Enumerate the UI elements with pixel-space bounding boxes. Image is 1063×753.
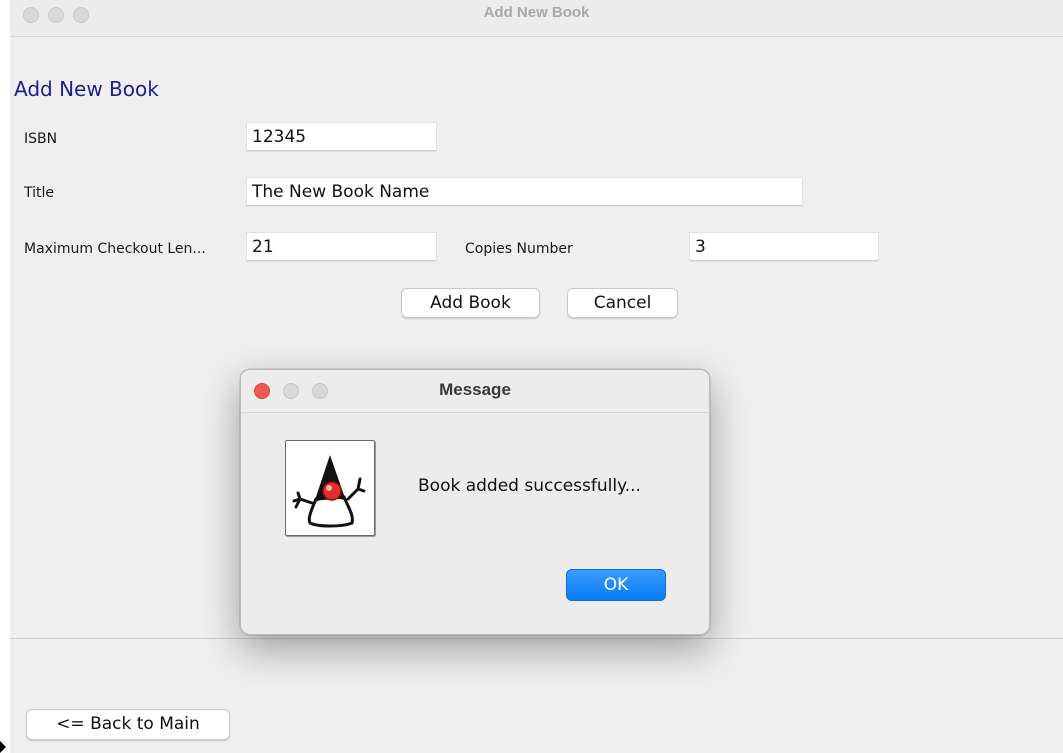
window-titlebar[interactable]: Add New Book [10,0,1063,37]
copies-label: Copies Number [465,241,573,257]
add-book-button[interactable]: Add Book [401,288,540,318]
max-checkout-label: Maximum Checkout Len... [24,241,206,257]
message-dialog: Message Book added successfully... OK [240,369,710,635]
dialog-title: Message [439,380,511,399]
max-checkout-input[interactable] [247,233,436,261]
cursor-icon [0,741,6,753]
title-input[interactable] [247,178,802,206]
footer-divider [10,638,1063,639]
isbn-label: ISBN [24,131,58,147]
duke-icon-graphic [292,455,366,528]
ok-button[interactable]: OK [566,569,666,601]
window-title: Add New Book [483,4,590,21]
title-label: Title [24,185,55,201]
java-duke-icon [285,440,375,536]
dialog-titlebar[interactable]: Message [241,370,709,413]
copies-input[interactable] [690,233,878,261]
form-heading: Add New Book [14,77,159,101]
cancel-button[interactable]: Cancel [567,288,678,318]
isbn-input[interactable] [247,123,436,151]
dialog-message: Book added successfully... [418,476,641,496]
back-to-main-button[interactable]: <= Back to Main [26,709,230,740]
